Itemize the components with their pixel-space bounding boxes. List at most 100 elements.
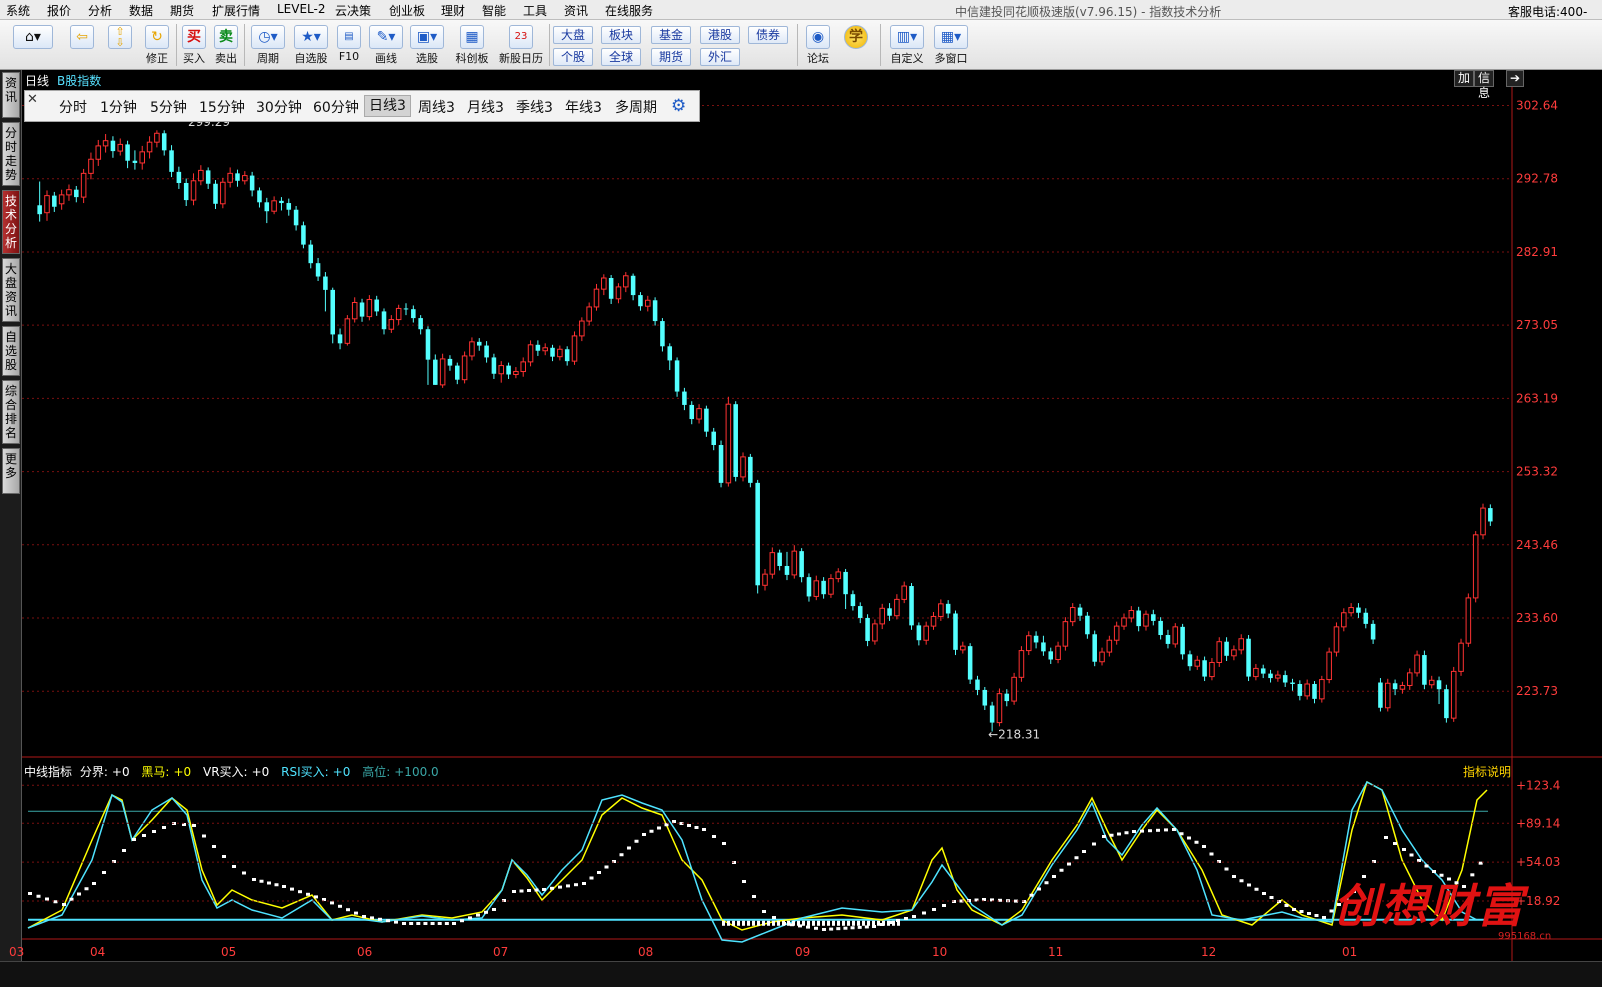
candle-body-down [447, 358, 453, 366]
market-dropdown[interactable]: 大盘 [553, 26, 593, 44]
menu-smart[interactable]: 智能 [482, 2, 506, 19]
period-monthly[interactable]: 月线3 [467, 97, 504, 117]
menu-quotes[interactable]: 报价 [47, 2, 71, 19]
vr-marker [850, 926, 855, 930]
side-tab-news[interactable]: 资讯 [2, 72, 20, 118]
candle-body-down [506, 365, 511, 375]
vr-marker [864, 925, 869, 929]
period-30min[interactable]: 30分钟 [256, 97, 302, 117]
vr-marker [437, 922, 442, 925]
vr-marker [1232, 875, 1236, 878]
screen-icon: ▣▾ [410, 25, 444, 49]
back-button[interactable]: ⇦ [66, 22, 98, 50]
indicator-help-link[interactable]: 指标说明 [1463, 763, 1511, 780]
sell-button[interactable]: 卖 卖出 [210, 22, 242, 66]
index-name[interactable]: B股指数 [57, 72, 101, 89]
candle-body-up [1319, 679, 1325, 700]
period-button[interactable]: ◷▾ 周期 [248, 22, 288, 66]
indicator-name[interactable]: 中线指标 [24, 765, 72, 779]
vr-marker [604, 865, 609, 869]
period-quarterly[interactable]: 季线3 [516, 97, 553, 117]
candle-body-down [1151, 614, 1156, 621]
stock-screen-button[interactable]: ▣▾ 选股 [407, 22, 447, 66]
menu-gem[interactable]: 创业板 [389, 2, 425, 19]
period-daily[interactable]: 日线3 [364, 95, 411, 117]
export-icon[interactable]: ➔ [1506, 70, 1525, 87]
vr-marker [742, 880, 746, 883]
side-tab-watchlist[interactable]: 自选股 [2, 326, 20, 376]
multi-window-button[interactable]: ▦▾ 多窗口 [931, 22, 971, 66]
fund-dropdown[interactable]: 基金 [651, 26, 691, 44]
info-button[interactable]: 信息 [1474, 70, 1495, 100]
menu-analysis[interactable]: 分析 [88, 2, 112, 19]
ipo-calendar-button[interactable]: 23 新股日历 [497, 22, 545, 66]
sector-dropdown[interactable]: 板块 [601, 26, 641, 44]
forex-button[interactable]: 外汇 [700, 48, 740, 66]
vr-marker [409, 922, 414, 925]
menu-finance[interactable]: 理财 [441, 2, 465, 19]
side-tab-technical[interactable]: 技术分析 [2, 190, 20, 254]
low-price-marker: ←218.31 [988, 728, 1040, 742]
side-tab-market-news[interactable]: 大盘资讯 [2, 258, 20, 322]
vr-marker [282, 885, 286, 888]
period-intraday[interactable]: 分时 [59, 97, 87, 117]
candle-body-up [1275, 674, 1281, 679]
period-weekly[interactable]: 周线3 [418, 97, 455, 117]
clock-icon: ◷▾ [251, 25, 285, 49]
draw-line-button[interactable]: ✎▾ 画线 [366, 22, 406, 66]
chart-area[interactable]: ←218.31299.29 302.64 292.78 282.91 273.05 26… [22, 70, 1602, 961]
side-tab-technical-label: 技术分析 [4, 194, 17, 250]
menu-extended[interactable]: 扩展行情 [212, 2, 260, 19]
menu-news[interactable]: 资讯 [564, 2, 588, 19]
add-button[interactable]: 加 [1454, 70, 1475, 87]
menu-data[interactable]: 数据 [129, 2, 153, 19]
customize-button[interactable]: ▥▾ 自定义 [887, 22, 927, 66]
side-tab-more[interactable]: 更多 [2, 448, 20, 494]
home-button[interactable]: ⌂▾ [10, 22, 56, 50]
f10-button[interactable]: ▤ F10 [333, 22, 365, 63]
candle-body-down [1180, 626, 1185, 655]
period-1min[interactable]: 1分钟 [100, 97, 137, 117]
candle-body-up [1055, 645, 1061, 661]
candle-body-up [366, 299, 373, 318]
bond-button[interactable]: 债券 [748, 26, 788, 44]
period-60min[interactable]: 60分钟 [313, 97, 359, 117]
hk-stock-button[interactable]: 港股 [700, 26, 740, 44]
forum-button[interactable]: ◉ 论坛 [802, 22, 834, 66]
global-dropdown[interactable]: 全球 [601, 48, 641, 66]
modify-button[interactable]: ↻ 修正 [141, 22, 173, 66]
side-tab-intraday[interactable]: 分时走势 [2, 122, 20, 186]
watchlist-button[interactable]: ★▾ 自选股 [291, 22, 331, 66]
close-icon[interactable]: ✕ [27, 92, 38, 107]
page-up-down-button[interactable]: ⇧ ⇩ [104, 22, 136, 50]
star-icon: ★▾ [294, 25, 328, 49]
star-board-button[interactable]: ▦ 科创板 [454, 22, 490, 66]
buy-button[interactable]: 买 买入 [178, 22, 210, 66]
period-multi[interactable]: 多周期 [615, 97, 657, 117]
stock-dropdown[interactable]: 个股 [553, 48, 593, 66]
candle-body-up [1326, 651, 1332, 681]
vr-marker [1299, 910, 1304, 913]
candle-body-up [220, 181, 226, 205]
candle-body-up [271, 200, 277, 212]
learn-button[interactable]: 学 [840, 22, 872, 50]
menu-level2[interactable]: LEVEL-2 [277, 2, 326, 16]
menu-online-service[interactable]: 在线服务 [605, 2, 653, 19]
candle-body-up [80, 172, 87, 198]
menu-system[interactable]: 系统 [6, 2, 30, 19]
candle-body-down [1202, 660, 1207, 677]
vr-marker [1052, 875, 1056, 878]
futures-dropdown[interactable]: 期货 [651, 48, 691, 66]
indicator-field-1: 黑马: +0 [141, 765, 195, 779]
period-yearly[interactable]: 年线3 [565, 97, 602, 117]
period-15min[interactable]: 15分钟 [199, 97, 245, 117]
vr-bar [787, 920, 790, 926]
gear-icon[interactable]: ⚙ [671, 96, 686, 116]
candle-body-up [586, 306, 592, 322]
menu-futures[interactable]: 期货 [170, 2, 194, 19]
period-5min[interactable]: 5分钟 [150, 97, 187, 117]
side-tab-ranking[interactable]: 综合排名 [2, 380, 20, 444]
learn-icon: 学 [844, 25, 868, 49]
menu-cloud[interactable]: 云决策 [335, 2, 371, 19]
menu-tools[interactable]: 工具 [523, 2, 547, 19]
